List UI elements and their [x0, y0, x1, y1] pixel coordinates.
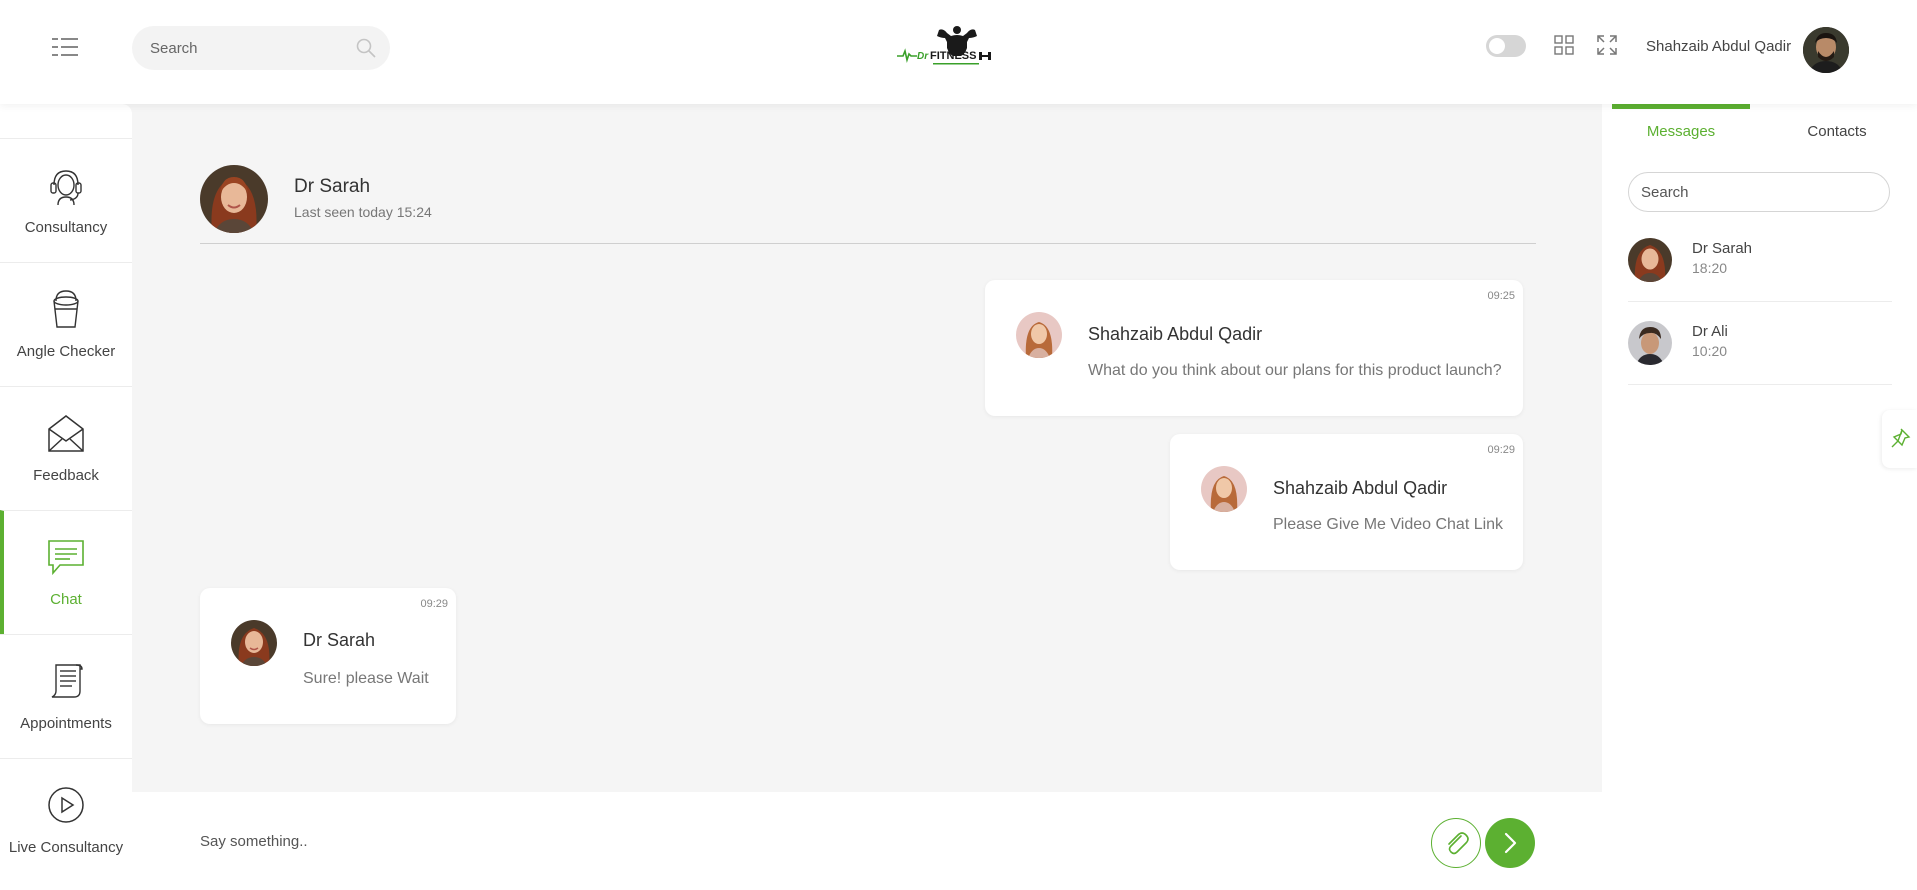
chat-contact-avatar — [200, 165, 268, 233]
sidebar-item-appointments[interactable]: Appointments — [0, 634, 132, 758]
sidebar-item-angle-checker[interactable]: Angle Checker — [0, 262, 132, 386]
theme-toggle[interactable] — [1486, 35, 1526, 57]
sidebar-item-feedback[interactable]: Feedback — [0, 386, 132, 510]
contact-name: Dr Ali — [1692, 323, 1728, 340]
contact-time: 10:20 — [1692, 343, 1728, 359]
svg-text:Dr: Dr — [917, 51, 929, 62]
message-text: What do you think about our plans for th… — [1088, 362, 1502, 379]
header-user-name[interactable]: Shahzaib Abdul Qadir — [1646, 38, 1791, 55]
message-time: 09:25 — [1487, 290, 1515, 302]
scroll-icon — [51, 664, 83, 698]
menu-toggle-icon[interactable] — [52, 36, 78, 58]
message-time: 09:29 — [1487, 444, 1515, 456]
top-header: Dr FITNESS Shahzaib Abdul Qadir — [0, 0, 1917, 104]
sidebar-item-label: Chat — [50, 591, 82, 608]
message-bubble: 09:29 Shahzaib Abdul Qadir Please Give M… — [1170, 434, 1523, 570]
sidebar-item-label: Angle Checker — [16, 343, 116, 360]
tab-messages[interactable]: Messages — [1612, 104, 1750, 146]
paperclip-icon — [1448, 832, 1469, 855]
right-panel: Messages Contacts Dr Sarah 18:20 Dr Ali … — [1602, 104, 1917, 890]
message-time: 09:29 — [420, 598, 448, 610]
headset-icon — [50, 170, 82, 205]
play-circle-icon — [48, 787, 84, 823]
message-text: Sure! please Wait — [303, 670, 429, 687]
svg-text:FITNESS: FITNESS — [930, 50, 976, 62]
chat-last-seen: Last seen today 15:24 — [294, 204, 432, 220]
contact-avatar — [1628, 321, 1672, 365]
contact-item[interactable]: Dr Sarah 18:20 — [1628, 220, 1892, 302]
contact-time: 18:20 — [1692, 260, 1728, 276]
user-avatar[interactable] — [1803, 27, 1849, 73]
sender-avatar — [231, 620, 277, 666]
contacts-search-input[interactable] — [1628, 172, 1890, 212]
bucket-icon — [53, 290, 79, 328]
pin-icon — [1891, 428, 1911, 448]
sidebar-item-label: Live Consultancy — [8, 839, 124, 856]
sidebar-item-label: Feedback — [33, 467, 99, 484]
header-search — [132, 26, 390, 70]
contact-avatar — [1628, 238, 1672, 282]
chat-bubble-icon — [48, 540, 84, 576]
chat-header-divider — [200, 243, 1536, 244]
sidebar-item-live-consultancy[interactable]: Live Consultancy — [0, 758, 132, 882]
sidebar-item-consultancy[interactable]: Consultancy — [0, 138, 132, 262]
envelope-open-icon — [48, 415, 84, 452]
message-sender: Shahzaib Abdul Qadir — [1273, 478, 1448, 498]
chevron-right-icon — [1504, 832, 1517, 854]
chat-contact-name: Dr Sarah — [294, 176, 371, 197]
sender-avatar — [1201, 466, 1247, 512]
send-button[interactable] — [1485, 818, 1535, 868]
grid-icon[interactable] — [1554, 35, 1574, 55]
search-icon[interactable] — [356, 38, 376, 58]
header-search-input[interactable] — [150, 26, 350, 70]
contact-item[interactable]: Dr Ali 10:20 — [1628, 303, 1892, 385]
sidebar-item-label: Consultancy — [24, 219, 108, 236]
message-bubble: 09:25 Shahzaib Abdul Qadir What do you t… — [985, 280, 1523, 416]
customizer-tab[interactable] — [1882, 410, 1917, 468]
sidebar-item-chat[interactable]: Chat — [0, 510, 132, 634]
message-sender: Shahzaib Abdul Qadir — [1088, 324, 1263, 344]
tab-contacts[interactable]: Contacts — [1768, 104, 1906, 146]
message-input[interactable] — [200, 826, 1100, 856]
sidebar-item-label: Appointments — [20, 715, 112, 732]
chat-input-bar — [132, 792, 1602, 890]
fullscreen-icon[interactable] — [1596, 34, 1618, 56]
message-sender: Dr Sarah — [303, 630, 376, 650]
message-text: Please Give Me Video Chat Link — [1273, 516, 1504, 533]
sender-avatar — [1016, 312, 1062, 358]
dr-fitness-logo[interactable]: Dr FITNESS — [895, 24, 1020, 70]
left-sidebar: Consultancy Angle Checker Feedback Chat … — [0, 104, 132, 890]
attach-button[interactable] — [1431, 818, 1481, 868]
message-bubble: 09:29 Dr Sarah Sure! please Wait — [200, 588, 456, 724]
contact-name: Dr Sarah — [1692, 240, 1753, 257]
